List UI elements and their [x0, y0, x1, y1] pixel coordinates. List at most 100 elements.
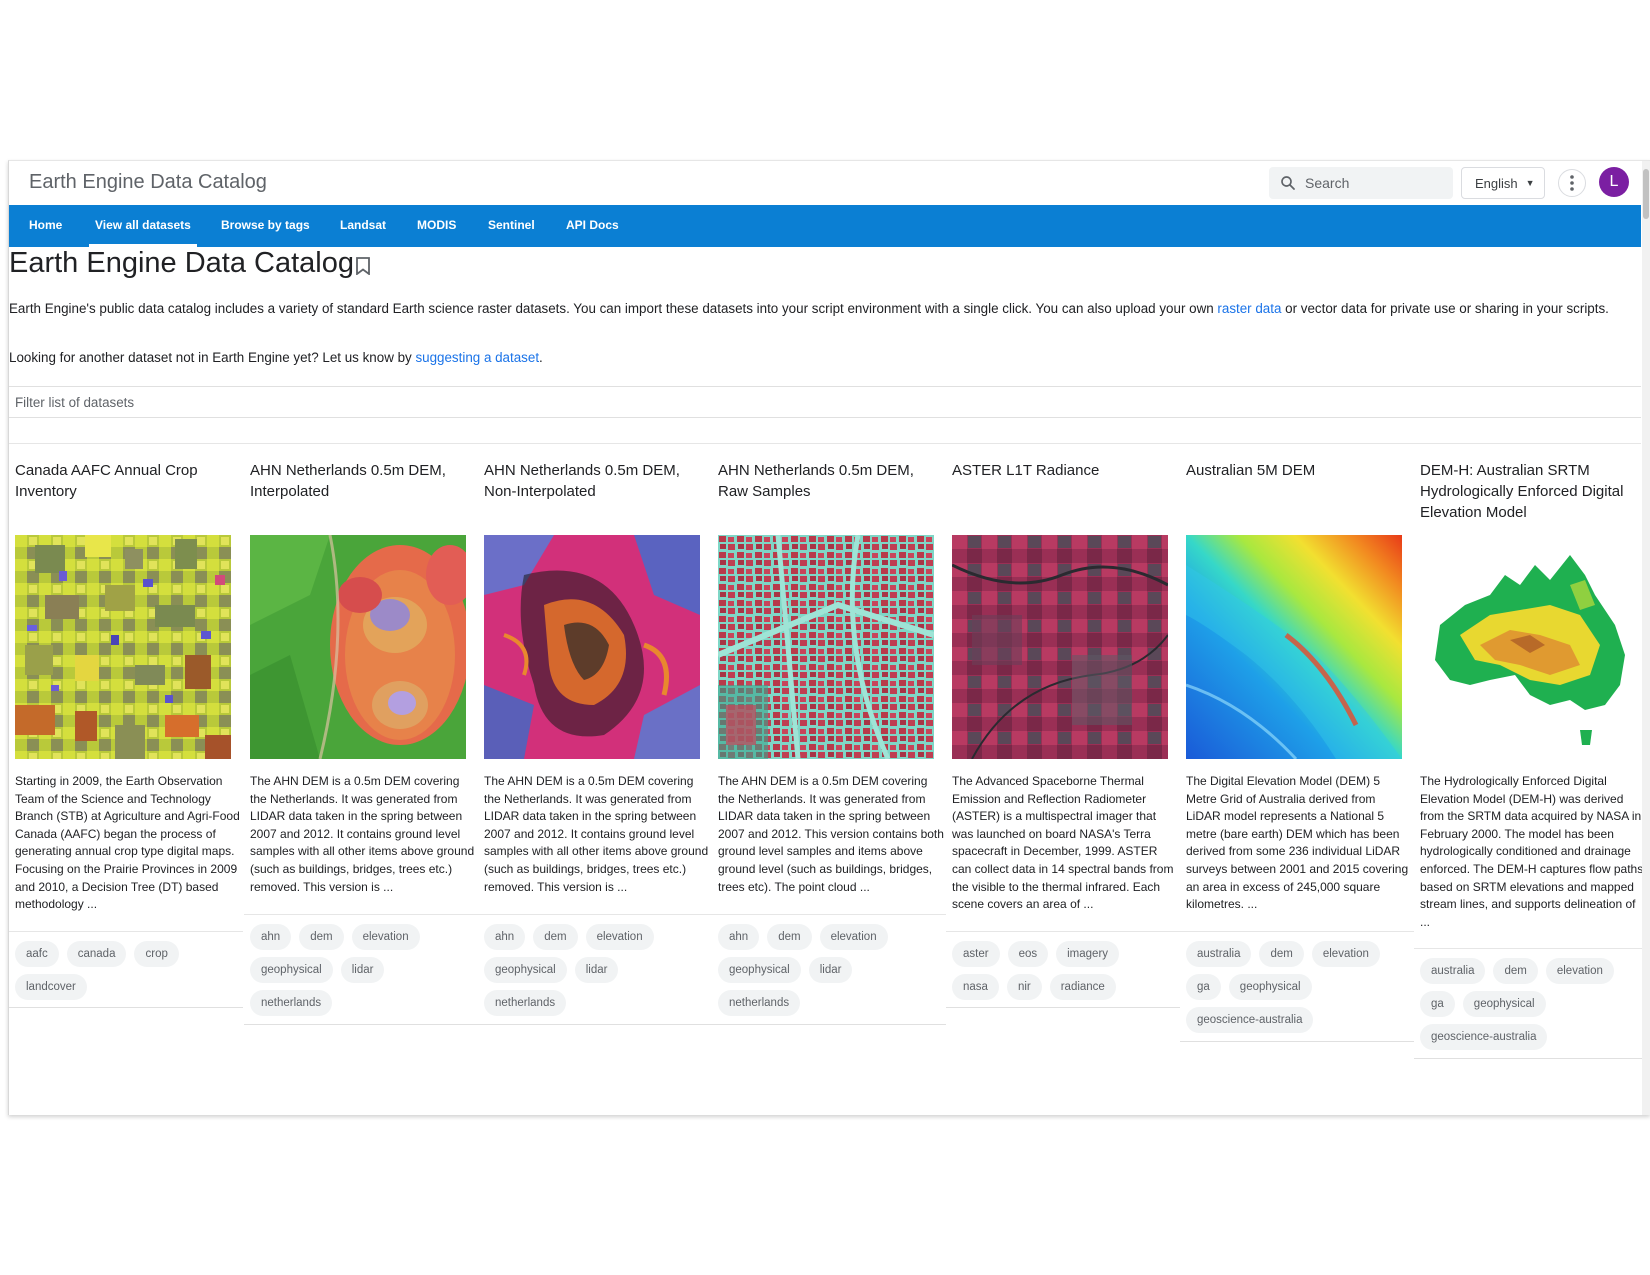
caret-down-icon: ▼ — [1525, 178, 1535, 188]
tag-chip[interactable]: dem — [1259, 941, 1304, 967]
suggest-paragraph: Looking for another dataset not in Earth… — [9, 350, 543, 365]
tab-api-docs[interactable]: API Docs — [566, 205, 619, 247]
tag-chip[interactable]: aafc — [15, 941, 59, 967]
tag-chip[interactable]: landcover — [15, 974, 87, 1000]
tag-chip[interactable]: lidar — [574, 957, 619, 983]
raster-data-link[interactable]: raster data — [1217, 301, 1281, 316]
language-selected: English — [1475, 175, 1518, 191]
dataset-title[interactable]: AHN Netherlands 0.5m DEM, Raw Samples — [718, 460, 943, 502]
card-separator — [478, 914, 712, 915]
dataset-title[interactable]: ASTER L1T Radiance — [952, 460, 1177, 481]
tag-chip[interactable]: geophysical — [250, 957, 333, 983]
tag-chip[interactable]: dem — [299, 924, 344, 950]
card-bottom-line — [9, 1007, 243, 1008]
dataset-title[interactable]: DEM-H: Australian SRTM Hydrologically En… — [1420, 460, 1645, 523]
tag-chip[interactable]: ahn — [484, 924, 526, 950]
language-select[interactable]: English ▼ — [1461, 167, 1545, 199]
tag-chip[interactable]: dem — [1493, 958, 1538, 984]
card-bottom-line — [1180, 1041, 1414, 1042]
tag-chip[interactable]: geophysical — [1228, 974, 1312, 1000]
scrollbar-thumb[interactable] — [1643, 169, 1649, 219]
intro-text: Earth Engine's public data catalog inclu… — [9, 301, 1218, 316]
card-separator — [1180, 931, 1414, 932]
search-input[interactable] — [1305, 175, 1445, 191]
tag-chip[interactable]: dem — [533, 924, 578, 950]
search-box[interactable] — [1269, 167, 1453, 199]
tag-list: ahn dem elevation geophysical lidar neth… — [484, 924, 710, 1023]
dataset-thumbnail[interactable] — [1186, 535, 1402, 759]
tag-list: australia dem elevation ga geophysical g… — [1420, 958, 1646, 1057]
tag-chip[interactable]: elevation — [1311, 941, 1380, 967]
user-avatar[interactable]: L — [1599, 167, 1629, 197]
dataset-title[interactable]: AHN Netherlands 0.5m DEM, Non-Interpolat… — [484, 460, 709, 502]
tab-browse-by-tags[interactable]: Browse by tags — [221, 205, 310, 247]
tag-chip[interactable]: geophysical — [484, 957, 567, 983]
app-title[interactable]: Earth Engine Data Catalog — [29, 171, 267, 194]
dataset-title[interactable]: Canada AAFC Annual Crop Inventory — [15, 460, 240, 502]
tab-sentinel[interactable]: Sentinel — [488, 205, 535, 247]
dataset-thumbnail[interactable] — [718, 535, 934, 759]
tag-chip[interactable]: ahn — [250, 924, 292, 950]
tag-chip[interactable]: australia — [1420, 958, 1486, 984]
tag-chip[interactable]: geophysical — [1462, 991, 1546, 1017]
tag-chip[interactable]: eos — [1007, 941, 1049, 967]
tag-chip[interactable]: netherlands — [484, 990, 567, 1016]
tag-chip[interactable]: ga — [1186, 974, 1221, 1000]
dataset-thumbnail[interactable] — [250, 535, 466, 759]
tag-chip[interactable]: crop — [134, 941, 179, 967]
tag-chip[interactable]: geoscience-australia — [1420, 1024, 1548, 1050]
tag-chip[interactable]: lidar — [808, 957, 853, 983]
tag-chip[interactable]: imagery — [1056, 941, 1120, 967]
tag-chip[interactable]: lidar — [340, 957, 385, 983]
tag-list: aster eos imagery nasa nir radiance — [952, 941, 1178, 1007]
more-options-button[interactable] — [1558, 169, 1586, 197]
tag-chip[interactable]: nasa — [952, 974, 999, 1000]
dataset-thumbnail[interactable] — [952, 535, 1168, 759]
more-vert-icon — [1570, 175, 1574, 191]
tab-view-all-datasets[interactable]: View all datasets — [89, 205, 197, 247]
tag-chip[interactable]: australia — [1186, 941, 1252, 967]
dataset-title[interactable]: Australian 5M DEM — [1186, 460, 1411, 481]
tag-chip[interactable]: elevation — [351, 924, 420, 950]
dataset-description: The Hydrologically Enforced Digital Elev… — [1420, 774, 1644, 929]
dataset-description: The AHN DEM is a 0.5m DEM covering the N… — [250, 774, 475, 894]
card-separator — [244, 914, 478, 915]
card-bottom-line — [946, 1007, 1180, 1008]
cards-divider — [9, 443, 1641, 444]
tab-landsat[interactable]: Landsat — [340, 205, 386, 247]
intro-text-end: or vector data for private use or sharin… — [1281, 301, 1609, 316]
card-separator — [946, 931, 1180, 932]
tag-chip[interactable]: geophysical — [718, 957, 801, 983]
dataset-title[interactable]: AHN Netherlands 0.5m DEM, Interpolated — [250, 460, 475, 502]
tag-chip[interactable]: netherlands — [718, 990, 801, 1016]
tag-chip[interactable]: elevation — [819, 924, 888, 950]
tag-chip[interactable]: elevation — [1545, 958, 1614, 984]
tab-home[interactable]: Home — [29, 205, 62, 247]
tag-chip[interactable]: aster — [952, 941, 1000, 967]
filter-box — [9, 386, 1641, 418]
tag-chip[interactable]: nir — [1006, 974, 1042, 1000]
tag-chip[interactable]: radiance — [1049, 974, 1116, 1000]
scrollbar[interactable] — [1642, 161, 1650, 1115]
tag-chip[interactable]: dem — [767, 924, 812, 950]
dataset-thumbnail[interactable] — [484, 535, 700, 759]
tag-chip[interactable]: ga — [1420, 991, 1455, 1017]
bookmark-icon[interactable] — [355, 257, 371, 275]
tag-chip[interactable]: ahn — [718, 924, 760, 950]
card-bottom-line — [712, 1024, 946, 1025]
card-separator — [712, 914, 946, 915]
tag-list: ahn dem elevation geophysical lidar neth… — [250, 924, 476, 1023]
dataset-thumbnail[interactable] — [1420, 535, 1636, 759]
tag-chip[interactable]: canada — [66, 941, 127, 967]
filter-datasets-input[interactable] — [9, 387, 1641, 417]
suggest-end: . — [539, 350, 543, 365]
dataset-thumbnail[interactable] — [15, 535, 231, 759]
tag-chip[interactable]: elevation — [585, 924, 654, 950]
dataset-description: Starting in 2009, the Earth Observation … — [15, 774, 240, 912]
suggest-dataset-link[interactable]: suggesting a dataset — [415, 350, 539, 365]
tag-chip[interactable]: netherlands — [250, 990, 333, 1016]
tag-chip[interactable]: geoscience-australia — [1186, 1007, 1314, 1033]
dataset-description: The AHN DEM is a 0.5m DEM covering the N… — [718, 774, 944, 894]
tab-modis[interactable]: MODIS — [417, 205, 456, 247]
dataset-description: The Advanced Spaceborne Thermal Emission… — [952, 774, 1174, 912]
